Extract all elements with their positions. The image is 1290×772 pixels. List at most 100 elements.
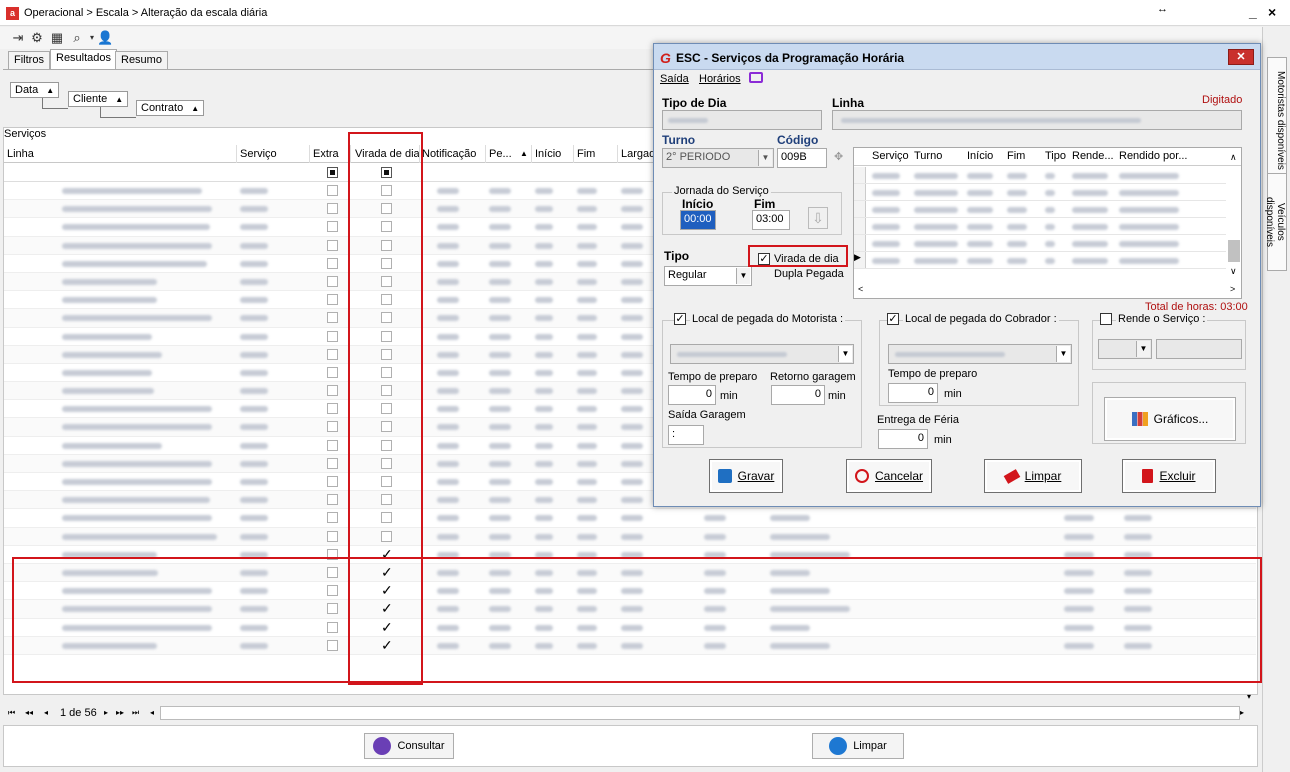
search-icon[interactable]: ⌕	[69, 30, 85, 46]
extra-checkbox[interactable]	[327, 603, 338, 615]
row-selector[interactable]	[854, 184, 866, 200]
local-cobrador-checkbox[interactable]: ✓	[887, 313, 899, 325]
col-extra[interactable]: Extra	[313, 148, 339, 160]
table-row[interactable]: ✓	[4, 582, 1256, 601]
restore-icon[interactable]: ↔	[1157, 3, 1168, 15]
tempo-preparo-cobrador-field[interactable]: 0	[888, 383, 938, 403]
prev-page-icon[interactable]: ◂◂	[25, 708, 33, 717]
extra-checkbox[interactable]	[327, 221, 338, 233]
subgrid-row[interactable]: ▶	[854, 252, 1226, 269]
rende-select[interactable]: ▼	[1098, 339, 1152, 359]
row-selector[interactable]	[854, 167, 866, 183]
extra-checkbox[interactable]	[327, 585, 338, 597]
grid-icon[interactable]: ▦	[49, 30, 65, 46]
local-motorista-select[interactable]: ▼	[670, 344, 854, 364]
close-button[interactable]: ×	[1268, 4, 1276, 20]
extra-checkbox[interactable]	[327, 185, 338, 196]
col-largada[interactable]: Largad	[621, 148, 655, 160]
limpar-dialog-button[interactable]: Limpar	[984, 459, 1082, 493]
tab-filtros[interactable]: Filtros	[8, 51, 50, 70]
col-fim[interactable]: Fim	[577, 148, 595, 160]
tab-motoristas-disponiveis[interactable]: Motoristas disponíveis	[1267, 57, 1287, 183]
virada-checkbox[interactable]	[381, 385, 392, 397]
col-virada[interactable]: Virada de dia	[355, 148, 420, 160]
row-selector[interactable]	[854, 218, 866, 234]
scroll-right-icon[interactable]: ▸	[1240, 708, 1244, 717]
local-cobrador-select[interactable]: ▼	[888, 344, 1072, 364]
entrega-feria-field[interactable]: 0	[878, 429, 928, 449]
row-selector[interactable]	[854, 201, 866, 217]
virada-checkbox-checked[interactable]: ✓	[381, 546, 393, 562]
virada-checkbox[interactable]	[381, 530, 392, 542]
monitor-icon[interactable]	[749, 72, 763, 83]
col-servico[interactable]: Serviço	[240, 148, 277, 160]
virada-checkbox[interactable]	[381, 221, 392, 233]
group-contrato[interactable]: Contrato ▲	[136, 100, 205, 116]
table-row[interactable]: ✓	[4, 563, 1256, 583]
group-cliente[interactable]: Cliente ▲	[68, 91, 129, 107]
extra-checkbox[interactable]	[327, 494, 338, 506]
extra-checkbox[interactable]	[327, 621, 338, 633]
virada-checkbox-checked[interactable]: ✓	[381, 600, 393, 616]
extra-checkbox[interactable]	[327, 385, 338, 397]
virada-checkbox[interactable]	[381, 275, 392, 287]
extra-checkbox[interactable]	[327, 530, 338, 542]
menu-horarios[interactable]: Horários	[699, 73, 741, 85]
add-icon[interactable]: ✥	[834, 150, 843, 163]
col-rende[interactable]: Rende...	[1072, 150, 1114, 162]
rende-field[interactable]	[1156, 339, 1242, 359]
extra-checkbox[interactable]	[327, 203, 338, 215]
virada-checkbox[interactable]	[381, 257, 392, 269]
next-icon[interactable]: ▸	[104, 708, 108, 717]
scroll-left-icon[interactable]: ◂	[150, 708, 154, 717]
row-selector[interactable]: ▶	[854, 252, 866, 268]
codigo-field[interactable]: 009B	[777, 148, 827, 168]
extra-checkbox[interactable]	[327, 548, 338, 560]
subgrid-row[interactable]	[854, 184, 1226, 201]
col-inicio[interactable]: Início	[967, 150, 993, 162]
virada-checkbox-checked[interactable]: ✓	[381, 582, 393, 598]
col-servico[interactable]: Serviço	[872, 150, 909, 162]
group-data[interactable]: Data ▲	[10, 82, 60, 98]
extra-checkbox[interactable]	[327, 403, 338, 415]
inicio-field[interactable]: 00:00	[680, 210, 716, 230]
extra-checkbox[interactable]	[327, 512, 338, 524]
scroll-left-icon[interactable]: <	[858, 284, 863, 294]
extra-checkbox[interactable]	[327, 439, 338, 451]
user-icon[interactable]: 👤	[97, 30, 113, 46]
virada-checkbox[interactable]	[381, 457, 392, 469]
tab-resultados[interactable]: Resultados	[50, 49, 118, 70]
fim-field[interactable]: 03:00	[752, 210, 790, 230]
cancelar-button[interactable]: Cancelar	[846, 459, 932, 493]
extra-checkbox[interactable]	[327, 457, 338, 469]
virada-checkbox[interactable]	[381, 203, 392, 215]
virada-checkbox[interactable]	[381, 366, 392, 378]
table-row[interactable]: ✓	[4, 600, 1256, 619]
table-row[interactable]: ✓	[4, 636, 1256, 655]
virada-checkbox[interactable]	[381, 403, 392, 415]
virada-checkbox[interactable]	[381, 439, 392, 451]
extra-checkbox[interactable]	[327, 312, 338, 324]
retorno-garagem-field[interactable]: 0	[771, 385, 825, 405]
virada-checkbox-checked[interactable]: ✓	[381, 619, 393, 635]
minimize-button[interactable]: _	[1249, 4, 1257, 20]
down-arrow-icon[interactable]: ⇩	[808, 207, 828, 229]
virada-checkbox-checked[interactable]: ✓	[381, 637, 393, 653]
col-fim[interactable]: Fim	[1007, 150, 1025, 162]
virada-checkbox[interactable]: ✓	[758, 253, 770, 265]
tipo-dia-field[interactable]	[662, 110, 822, 130]
first-page-icon[interactable]: ⏮	[8, 708, 15, 718]
col-inicio[interactable]: Início	[535, 148, 561, 160]
virada-checkbox[interactable]	[381, 294, 392, 306]
extra-checkbox[interactable]	[327, 476, 338, 487]
scroll-down-icon[interactable]: ∨	[1230, 266, 1237, 277]
extra-checkbox[interactable]	[327, 294, 338, 306]
saida-garagem-field[interactable]: :	[668, 425, 704, 445]
table-row[interactable]	[4, 527, 1256, 546]
scroll-down-icon[interactable]: ▾	[1247, 692, 1251, 701]
col-rendido-por[interactable]: Rendido por...	[1119, 150, 1188, 162]
virada-checkbox[interactable]	[381, 476, 392, 487]
virada-filter-checkbox[interactable]	[381, 167, 392, 178]
tab-veiculos-disponiveis[interactable]: Veículos disponíveis	[1264, 173, 1287, 271]
virada-checkbox[interactable]	[381, 185, 392, 196]
